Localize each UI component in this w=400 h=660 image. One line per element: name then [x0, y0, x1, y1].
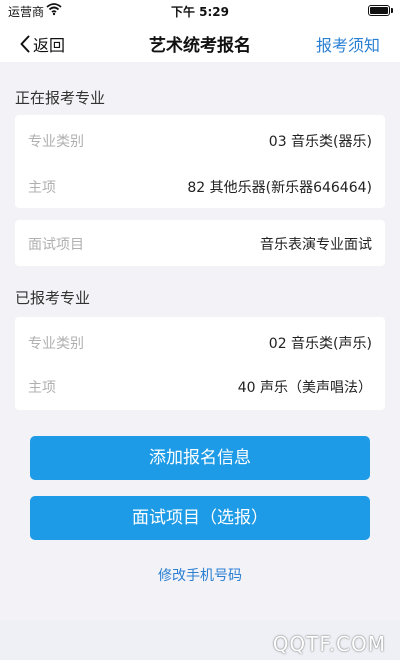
category-value: 03 音乐类(器乐): [268, 134, 372, 150]
status-bar: 运营商 下午 5:29: [0, 0, 400, 22]
add-registration-button[interactable]: 添加报名信息: [30, 436, 370, 480]
navigation-bar: 返回 艺术统考报名 报考须知: [0, 22, 400, 62]
registered-major-section-title: 已报考专业: [15, 289, 91, 307]
main-item-label: 主项: [28, 380, 56, 396]
interview-value: 音乐表演专业面试: [260, 237, 372, 253]
battery-icon: [368, 5, 393, 16]
clock: 下午 5:29: [170, 5, 230, 19]
category-value: 02 音乐类(声乐): [268, 336, 372, 352]
current-major-card: 专业类别 03 音乐类(器乐) 主项 82 其他乐器(新乐器646464): [15, 115, 385, 208]
current-major-section-title: 正在报考专业: [15, 89, 106, 107]
category-label: 专业类别: [28, 336, 84, 352]
exam-notice-link[interactable]: 报考须知: [316, 32, 380, 56]
category-label: 专业类别: [28, 134, 84, 150]
registered-major-card: 专业类别 02 音乐类(声乐) 主项 40 声乐（美声唱法）: [15, 317, 385, 410]
interview-card: 面试项目 音乐表演专业面试: [15, 220, 385, 266]
watermark: QQTF.COM: [272, 632, 386, 656]
interview-select-button[interactable]: 面试项目（选报）: [30, 496, 370, 540]
main-item-value: 40 声乐（美声唱法）: [237, 380, 372, 396]
main-item-label: 主项: [28, 180, 56, 196]
change-phone-link[interactable]: 修改手机号码: [0, 565, 400, 585]
interview-label: 面试项目: [28, 237, 84, 253]
main-item-value: 82 其他乐器(新乐器646464): [187, 180, 372, 196]
